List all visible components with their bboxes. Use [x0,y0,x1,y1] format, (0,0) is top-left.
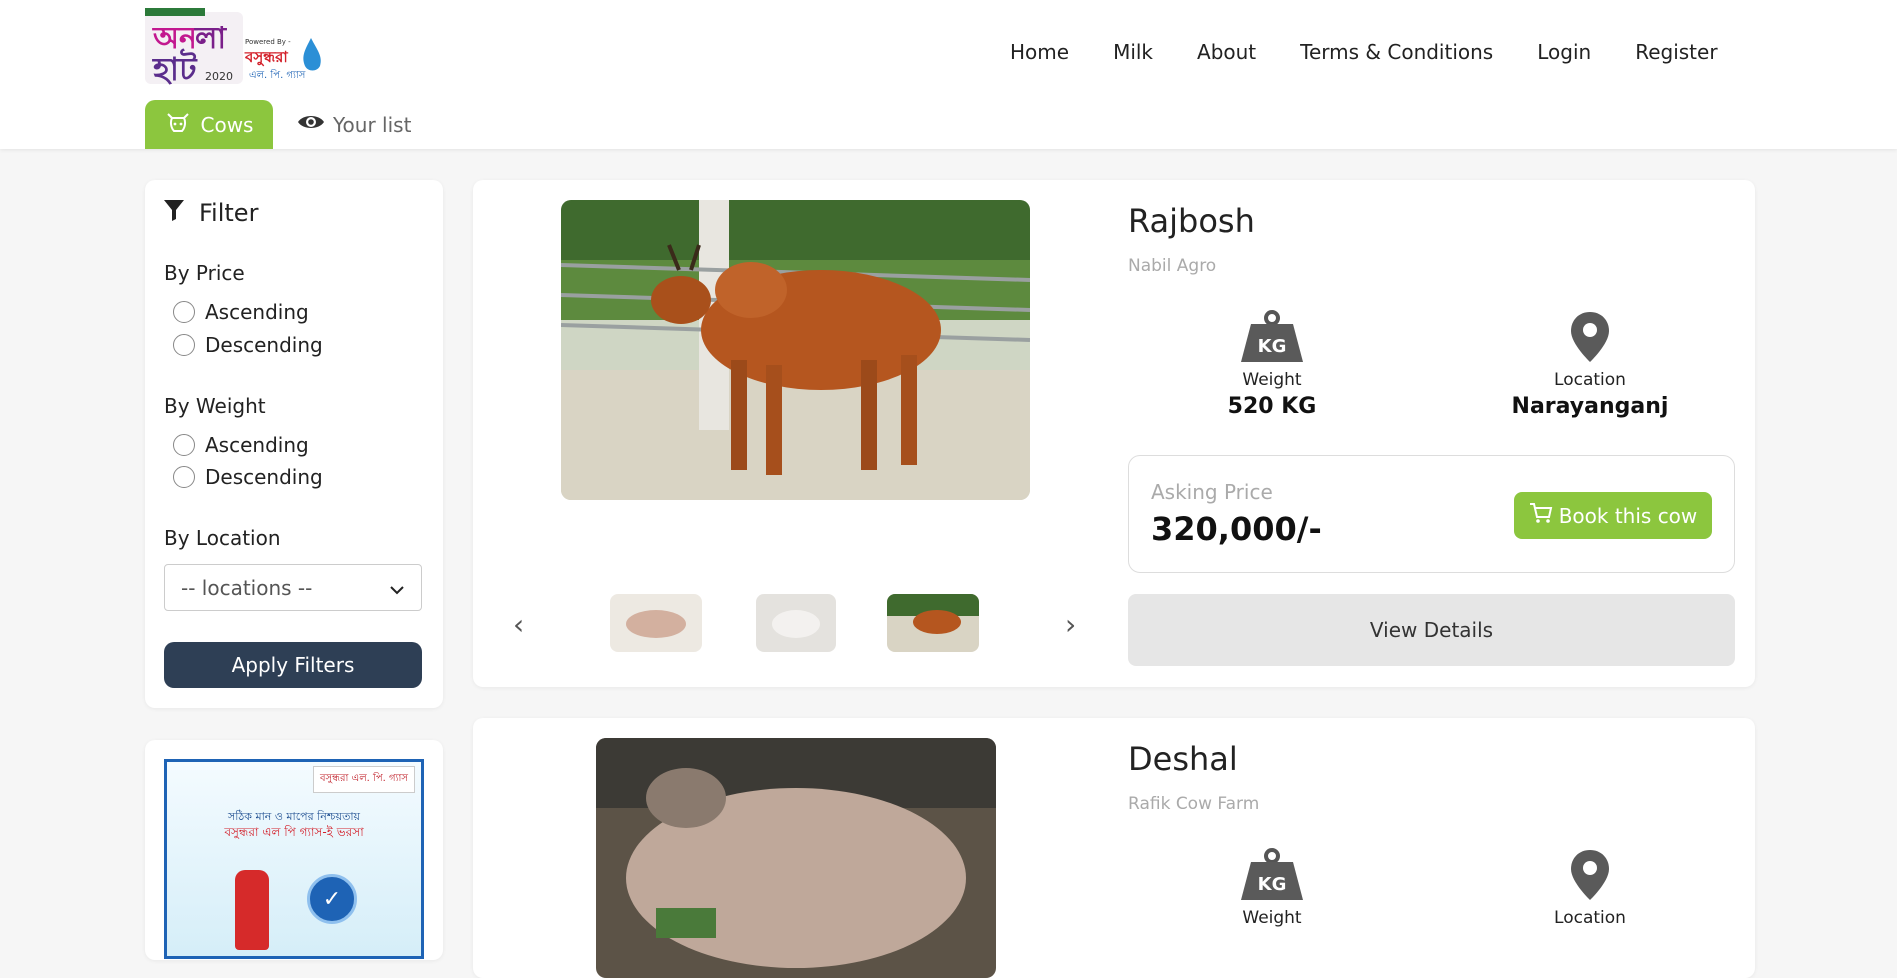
svg-text:লা: লা [194,21,227,56]
thumbnail[interactable] [610,594,702,652]
weight-ascending-option[interactable]: Ascending [173,433,309,457]
listing-card: Deshal Rafik Cow Farm KG Weight Location [473,718,1755,978]
site-logo[interactable]: অন লা হাট 2020 Powered By - বসুন্ধরা এল.… [145,8,325,88]
tab-your-list[interactable]: Your list [297,100,411,149]
listing-card: ‹ › Rajbosh Nabil Agro KG Weight 520 KG … [473,180,1755,687]
ad-logo: বসুন্ধরা এল. পি. গ্যাস [312,766,415,793]
check-badge-icon: ✓ [307,874,357,924]
cow-name: Rajbosh [1128,202,1255,240]
book-this-cow-button[interactable]: Book this cow [1514,492,1712,539]
weight-stat: KG Weight 520 KG [1162,310,1382,419]
svg-text:2020: 2020 [205,70,233,83]
filter-panel: Filter By Price Ascending Descending By … [145,180,443,708]
weight-label: Weight [1242,908,1302,928]
location-label: Location [1554,370,1626,390]
filter-title: Filter [199,199,259,227]
location-stat: Location Narayanganj [1480,310,1700,419]
kg-icon-text: KG [1258,336,1287,357]
funnel-icon [163,198,185,228]
ad-banner[interactable]: বসুন্ধরা এল. পি. গ্যাস সঠিক মান ও মাপের … [145,740,443,960]
eye-icon [297,112,325,137]
weight-kg-icon: KG [1241,310,1303,362]
price-descending-option[interactable]: Descending [173,333,323,357]
location-label: Location [1554,908,1626,928]
weight-stat: KG Weight [1162,848,1382,928]
weight-descending-label: Descending [205,465,323,489]
carousel-prev-button[interactable]: ‹ [513,608,524,641]
svg-text:হাট: হাট [152,48,198,88]
cow-name: Deshal [1128,740,1238,778]
cow-main-photo[interactable] [596,738,996,978]
book-this-cow-label: Book this cow [1558,503,1698,528]
weight-kg-icon: KG [1241,848,1303,900]
location-value: Narayanganj [1511,394,1669,419]
by-location-label: By Location [164,526,281,550]
tab-cows[interactable]: Cows [145,100,273,149]
nav-terms[interactable]: Terms & Conditions [1300,40,1493,64]
location-stat: Location [1480,848,1700,928]
map-pin-icon [1571,312,1609,362]
tab-your-list-label: Your list [333,112,412,137]
price-descending-radio[interactable] [173,334,195,356]
weight-descending-radio[interactable] [173,466,195,488]
location-select[interactable]: -- locations -- [164,564,422,611]
carousel-next-button[interactable]: › [1065,608,1076,641]
weight-descending-option[interactable]: Descending [173,465,323,489]
thumbnail-active[interactable] [887,594,979,652]
tab-cows-label: Cows [200,112,254,137]
price-ascending-option[interactable]: Ascending [173,300,309,324]
gas-cylinder-icon [235,870,269,950]
farm-name: Rafik Cow Farm [1128,794,1260,814]
weight-value: 520 KG [1227,394,1317,419]
price-ascending-label: Ascending [205,300,309,324]
price-box: Asking Price 320,000/- Book this cow [1128,455,1735,573]
asking-price-value: 320,000/- [1151,510,1322,548]
svg-text:এল. পি. গ্যাস: এল. পি. গ্যাস [249,69,306,81]
chevron-down-icon [389,576,405,600]
ad-image: বসুন্ধরা এল. পি. গ্যাস সঠিক মান ও মাপের … [164,759,424,959]
map-pin-icon [1571,850,1609,900]
weight-ascending-label: Ascending [205,433,309,457]
weight-ascending-radio[interactable] [173,434,195,456]
kg-icon-text: KG [1258,874,1287,895]
price-ascending-radio[interactable] [173,301,195,323]
svg-text:Powered By -: Powered By - [245,38,291,46]
nav-login[interactable]: Login [1537,40,1591,64]
nav-register[interactable]: Register [1635,40,1717,64]
ad-headline: বসুন্ধরা এল পি গ্যাস-ই ভরসা [224,825,364,839]
apply-filters-button[interactable]: Apply Filters [164,642,422,688]
location-select-value: -- locations -- [181,575,313,600]
by-price-label: By Price [164,261,245,285]
cow-main-photo[interactable] [561,200,1030,500]
cow-icon [165,110,191,139]
view-details-button[interactable]: View Details [1128,594,1735,666]
thumbnail[interactable] [756,594,836,652]
by-weight-label: By Weight [164,394,266,418]
nav-home[interactable]: Home [1010,40,1069,64]
farm-name: Nabil Agro [1128,256,1217,276]
svg-text:বসুন্ধরা: বসুন্ধরা [244,48,288,66]
nav-about[interactable]: About [1197,40,1256,64]
weight-label: Weight [1242,370,1302,390]
filter-heading: Filter [163,198,258,228]
asking-price-label: Asking Price [1151,480,1273,504]
cart-icon [1529,502,1553,529]
main-nav: Home Milk About Terms & Conditions Login… [1010,40,1718,64]
site-header: অন লা হাট 2020 Powered By - বসুন্ধরা এল.… [0,0,1897,149]
nav-milk[interactable]: Milk [1113,40,1153,64]
price-descending-label: Descending [205,333,323,357]
